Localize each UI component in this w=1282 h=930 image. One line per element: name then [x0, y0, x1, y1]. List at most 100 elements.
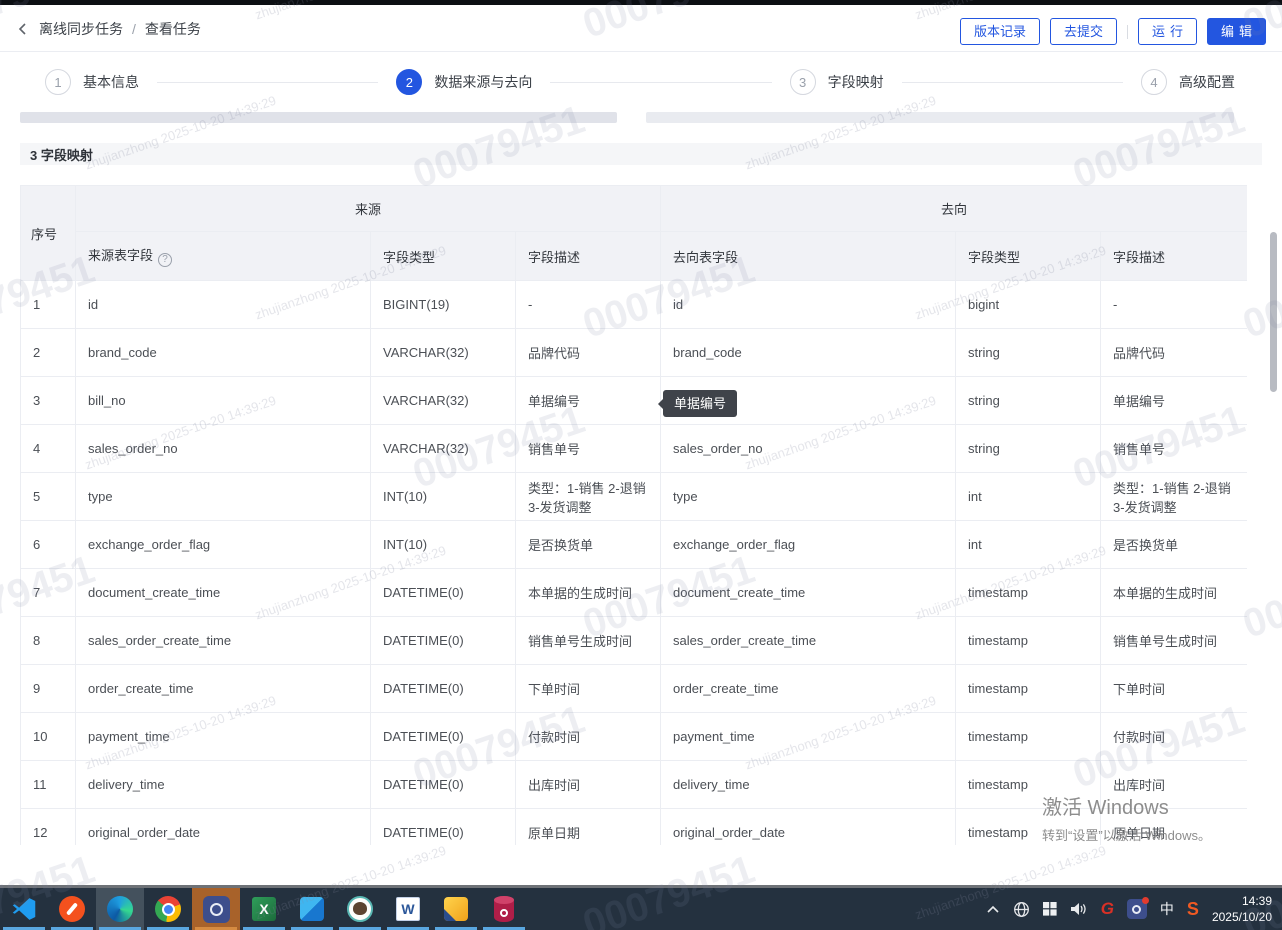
- step-indicator: 1 基本信息 2 数据来源与去向 3 字段映射 4 高级配置: [0, 60, 1282, 104]
- cell-src_desc: 付款时间: [516, 713, 661, 761]
- cell-src_type: DATETIME(0): [371, 809, 516, 846]
- taskbar: X W G 中 S: [0, 888, 1282, 930]
- table-row: 4sales_order_noVARCHAR(32)销售单号sales_orde…: [21, 425, 1248, 473]
- cell-no: 6: [21, 521, 76, 569]
- step-field-mapping[interactable]: 3 字段映射: [790, 69, 884, 95]
- cell-no: 7: [21, 569, 76, 617]
- version-history-button[interactable]: 版本记录: [960, 18, 1040, 45]
- cell-src_type: DATETIME(0): [371, 713, 516, 761]
- cell-dst_type: string: [956, 425, 1101, 473]
- topbar-actions: 版本记录 去提交 运行 编辑: [960, 18, 1266, 45]
- cell-no: 9: [21, 665, 76, 713]
- breadcrumb-item-task-list[interactable]: 离线同步任务: [39, 19, 123, 39]
- vertical-scrollbar[interactable]: [1270, 232, 1277, 392]
- cell-src_desc: 出库时间: [516, 761, 661, 809]
- cell-src_desc: 原单日期: [516, 809, 661, 846]
- cell-src_field: order_create_time: [76, 665, 371, 713]
- table-row: 2brand_codeVARCHAR(32)品牌代码brand_codestri…: [21, 329, 1248, 377]
- taskbar-chrome[interactable]: [144, 888, 192, 930]
- section-title: 3 字段映射: [20, 145, 93, 164]
- windows-key-icon[interactable]: [1043, 902, 1057, 916]
- cell-src_field: exchange_order_flag: [76, 521, 371, 569]
- sogou-browser-icon[interactable]: G: [1101, 899, 1114, 919]
- cell-src_field: type: [76, 473, 371, 521]
- cell-dst_type: timestamp: [956, 713, 1101, 761]
- help-icon[interactable]: ?: [158, 253, 172, 267]
- chrome-icon: [155, 896, 181, 922]
- column-header-source-type: 字段类型: [371, 232, 516, 281]
- taskbar-blue-folder-app[interactable]: [288, 888, 336, 930]
- run-button[interactable]: 运行: [1138, 18, 1197, 45]
- go-submit-button[interactable]: 去提交: [1050, 18, 1117, 45]
- taskbar-clock[interactable]: 14:39 2025/10/20: [1212, 893, 1272, 925]
- vscode-icon: [11, 896, 37, 922]
- horizontal-scrollbar-right[interactable]: [646, 112, 1234, 123]
- taskbar-vscode[interactable]: [0, 888, 48, 930]
- cell-src_field: document_create_time: [76, 569, 371, 617]
- field-mapping-table: 序号 来源 去向 来源表字段? 字段类型 字段描述 去向表字段 字段类型 字段描…: [20, 185, 1247, 845]
- cell-no: 12: [21, 809, 76, 846]
- step-number: 2: [396, 69, 422, 95]
- word-icon: W: [396, 897, 420, 921]
- cell-dst_field: payment_time: [661, 713, 956, 761]
- notification-badge: [1142, 897, 1149, 904]
- tray-chevron-up-icon[interactable]: [986, 904, 1000, 914]
- cell-dst_desc: 品牌代码: [1101, 329, 1247, 377]
- section-header: 3 字段映射: [20, 143, 1262, 165]
- taskbar-word[interactable]: W: [384, 888, 432, 930]
- ime-language-indicator[interactable]: 中: [1160, 899, 1174, 919]
- step-source-dest[interactable]: 2 数据来源与去向: [396, 69, 532, 95]
- cell-dst_desc: 销售单号: [1101, 425, 1247, 473]
- cell-dst_field: sales_order_no: [661, 425, 956, 473]
- cell-src_type: VARCHAR(32): [371, 377, 516, 425]
- tray-blue-app-icon[interactable]: [1127, 899, 1147, 919]
- field-tooltip: 单据编号: [663, 390, 737, 417]
- taskbar-dbeaver[interactable]: [336, 888, 384, 930]
- system-tray: G 中 S 14:39 2025/10/20: [986, 888, 1282, 930]
- table-row: 3bill_noVARCHAR(32)单据编号bill_nostring单据编号: [21, 377, 1248, 425]
- cell-src_field: id: [76, 281, 371, 329]
- back-chevron-icon[interactable]: [16, 22, 30, 36]
- cell-src_field: sales_order_no: [76, 425, 371, 473]
- table-row: 9order_create_timeDATETIME(0)下单时间order_c…: [21, 665, 1248, 713]
- volume-icon[interactable]: [1070, 901, 1088, 917]
- edit-button[interactable]: 编辑: [1207, 18, 1266, 45]
- taskbar-pencil-app[interactable]: [48, 888, 96, 930]
- cell-dst_field: order_create_time: [661, 665, 956, 713]
- step-number: 4: [1141, 69, 1167, 95]
- taskbar-database-tool[interactable]: [480, 888, 528, 930]
- taskbar-excel[interactable]: X: [240, 888, 288, 930]
- pencil-app-icon: [59, 896, 85, 922]
- cell-src_field: sales_order_create_time: [76, 617, 371, 665]
- cell-no: 3: [21, 377, 76, 425]
- table-row: 1idBIGINT(19)-idbigint-: [21, 281, 1248, 329]
- step-label: 基本信息: [83, 72, 139, 92]
- cell-dst_type: bigint: [956, 281, 1101, 329]
- breadcrumb-separator: /: [132, 21, 136, 37]
- cell-no: 8: [21, 617, 76, 665]
- cell-src_type: VARCHAR(32): [371, 425, 516, 473]
- cell-dst_field: id: [661, 281, 956, 329]
- sogou-input-icon[interactable]: S: [1187, 899, 1199, 920]
- horizontal-scrollbar-left[interactable]: [20, 112, 617, 123]
- group-header-dest: 去向: [661, 186, 1247, 232]
- taskbar-active-app[interactable]: [192, 888, 240, 930]
- breadcrumb-item-view-task: 查看任务: [145, 19, 201, 39]
- cell-dst_type: string: [956, 329, 1101, 377]
- network-globe-icon[interactable]: [1013, 901, 1030, 918]
- cell-src_field: bill_no: [76, 377, 371, 425]
- column-header-index: 序号: [21, 186, 76, 281]
- cell-dst_desc: 本单据的生成时间: [1101, 569, 1247, 617]
- table-row: 5typeINT(10)类型：1-销售 2-退销 3-发货调整typeint类型…: [21, 473, 1248, 521]
- taskbar-yellow-app[interactable]: [432, 888, 480, 930]
- step-number: 3: [790, 69, 816, 95]
- cell-dst_field: document_create_time: [661, 569, 956, 617]
- excel-icon: X: [252, 897, 276, 921]
- cell-src_field: payment_time: [76, 713, 371, 761]
- step-basic-info[interactable]: 1 基本信息: [45, 69, 139, 95]
- cell-dst_field: original_order_date: [661, 809, 956, 846]
- taskbar-edge[interactable]: [96, 888, 144, 930]
- column-header-dest-field: 去向表字段: [661, 232, 956, 281]
- step-advanced-config[interactable]: 4 高级配置: [1141, 69, 1235, 95]
- cell-src_desc: 本单据的生成时间: [516, 569, 661, 617]
